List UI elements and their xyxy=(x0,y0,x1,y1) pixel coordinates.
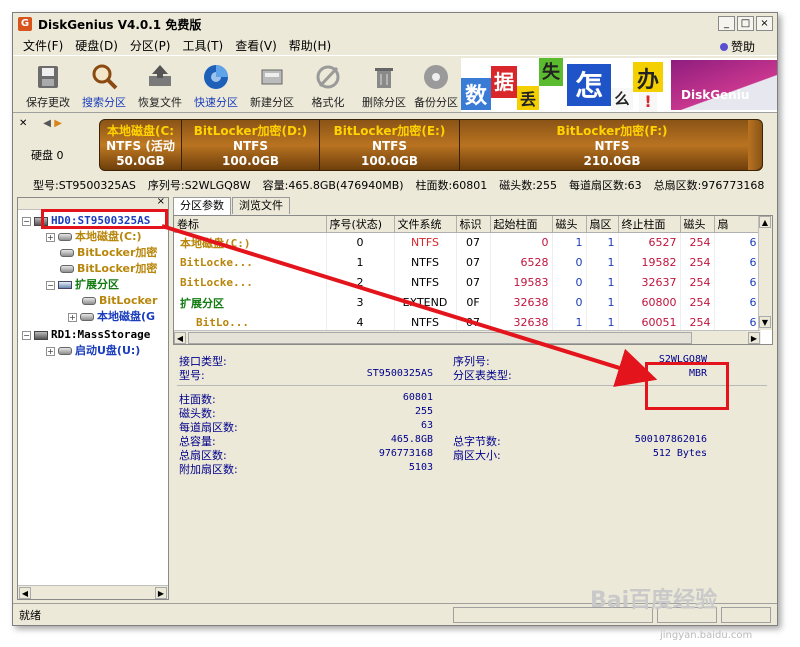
watermark-url: jingyan.baidu.com xyxy=(660,630,753,641)
baidu-watermark: Bai百度经验 xyxy=(590,588,718,613)
annotation-arrow xyxy=(161,224,658,387)
